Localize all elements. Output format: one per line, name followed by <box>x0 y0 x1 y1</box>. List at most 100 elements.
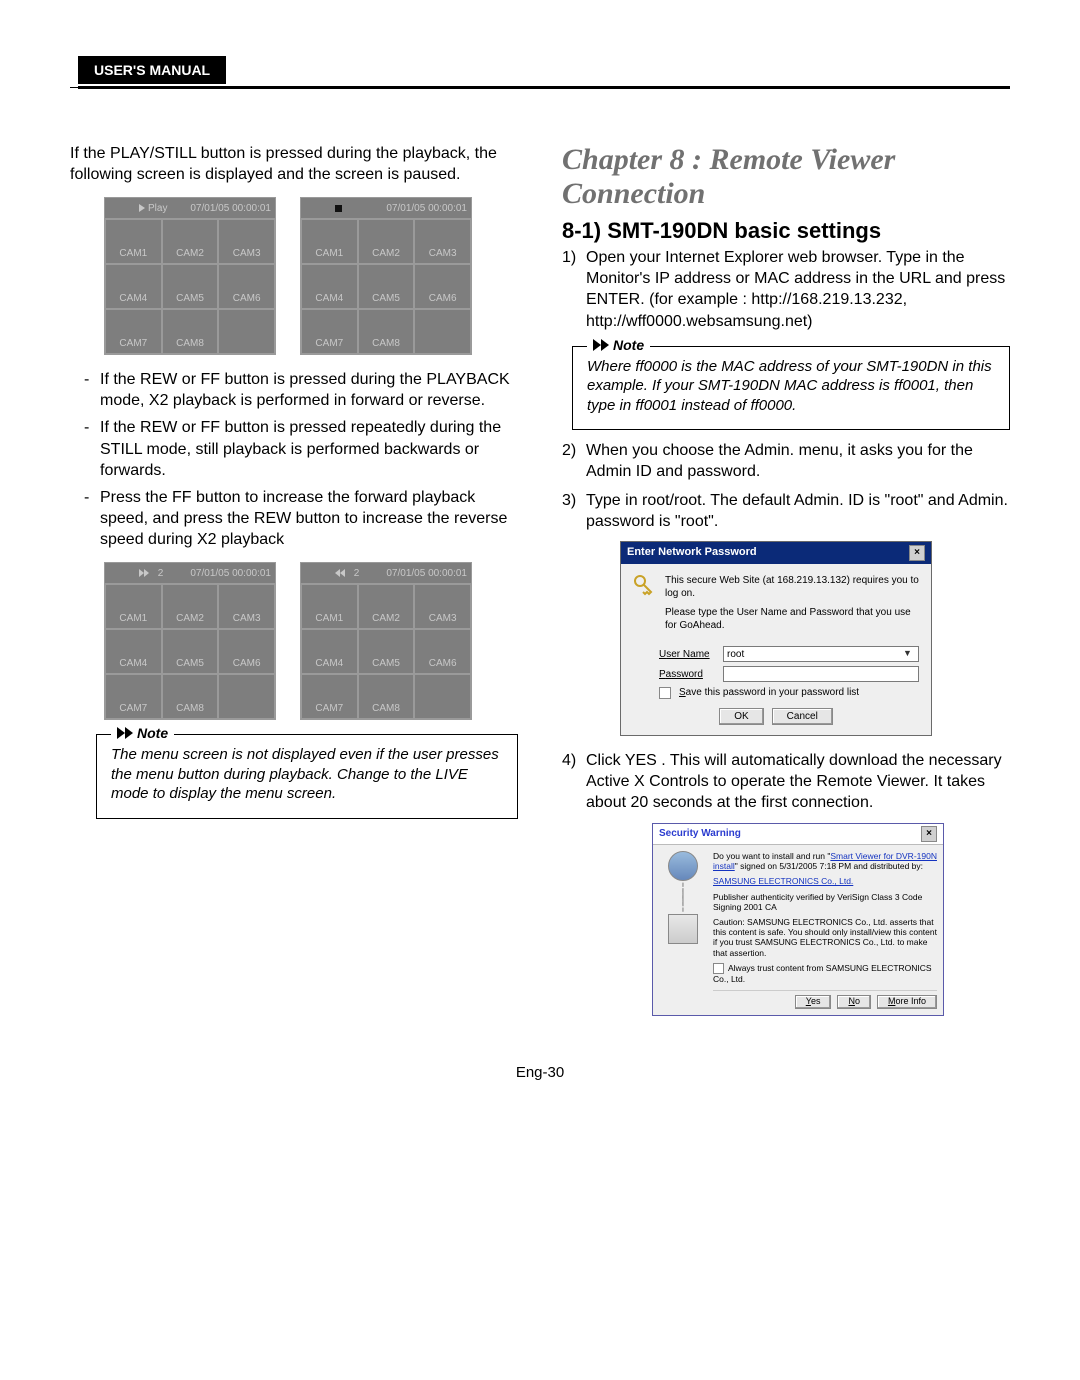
step-1: 1)Open your Internet Explorer web browse… <box>562 247 1010 331</box>
cam-cell-empty: . <box>414 674 471 719</box>
note-label: Note <box>613 336 644 354</box>
cam-cell: CAM8 <box>162 309 219 354</box>
cam-cell: CAM1 <box>301 219 358 264</box>
ff-rew-grids: 2 07/01/05 00:00:01 CAM1 CAM2 CAM3 CAM4 … <box>104 562 518 720</box>
cam-cell: CAM2 <box>162 584 219 629</box>
no-button[interactable]: No <box>837 995 871 1009</box>
cam-cell: CAM8 <box>358 309 415 354</box>
page-number: Eng-30 <box>70 1064 1010 1111</box>
ff-grid: 2 07/01/05 00:00:01 CAM1 CAM2 CAM3 CAM4 … <box>104 562 276 720</box>
username-field[interactable]: root▼ <box>723 646 919 662</box>
timestamp: 07/01/05 00:00:01 <box>386 567 467 580</box>
cam-cell: CAM7 <box>301 674 358 719</box>
cam-cell: CAM8 <box>358 674 415 719</box>
step-3: 3)Type in root/root. The default Admin. … <box>562 490 1010 532</box>
note-legend: Note <box>587 336 650 354</box>
dialog-title: Enter Network Password <box>627 545 757 560</box>
note-box-left: Note The menu screen is not displayed ev… <box>96 734 518 819</box>
cam-cell: CAM7 <box>301 309 358 354</box>
publisher-link[interactable]: SAMSUNG ELECTRONICS Co., Ltd. <box>713 876 937 886</box>
speed-label: 2 <box>354 567 360 580</box>
play-grid: Play 07/01/05 00:00:01 CAM1 CAM2 CAM3 CA… <box>104 197 276 355</box>
step-4: 4)Click YES . This will automatically do… <box>562 750 1010 813</box>
play-label: Play <box>148 202 167 215</box>
cam-cell: CAM6 <box>414 629 471 674</box>
more-info-button[interactable]: More Info <box>877 995 937 1009</box>
security-dialog: Security Warning × ┆┆┆ Do you want to in… <box>652 823 944 1016</box>
disk-icon <box>668 914 698 944</box>
chevron-down-icon[interactable]: ▼ <box>903 648 915 660</box>
note-box-right: Note Where ff0000 is the MAC address of … <box>572 346 1010 431</box>
cam-cell: CAM5 <box>358 629 415 674</box>
still-grid: 07/01/05 00:00:01 CAM1 CAM2 CAM3 CAM4 CA… <box>300 197 472 355</box>
cam-cell: CAM4 <box>301 629 358 674</box>
dialog-line2: Please type the User Name and Password t… <box>665 606 919 632</box>
bullet-item: If the REW or FF button is pressed repea… <box>84 417 518 480</box>
cam-cell: CAM3 <box>218 219 275 264</box>
save-checkbox[interactable] <box>659 687 671 699</box>
section-title: 8-1) SMT-190DN basic settings <box>562 216 1010 245</box>
password-label: Password <box>659 668 715 681</box>
intro-text: If the PLAY/STILL button is pressed duri… <box>70 143 518 185</box>
sec-line3: Publisher authenticity verified by VeriS… <box>713 892 937 912</box>
left-column: If the PLAY/STILL button is pressed duri… <box>70 143 518 1016</box>
play-still-grids: Play 07/01/05 00:00:01 CAM1 CAM2 CAM3 CA… <box>104 197 518 355</box>
close-icon[interactable]: × <box>921 826 937 842</box>
ok-button[interactable]: OK <box>719 708 763 725</box>
cam-cell: CAM1 <box>301 584 358 629</box>
save-label: Save this password in your password list <box>679 686 859 699</box>
trust-checkbox[interactable] <box>713 963 724 974</box>
cam-cell: CAM2 <box>358 584 415 629</box>
cam-cell: CAM3 <box>414 584 471 629</box>
close-icon[interactable]: × <box>909 545 925 561</box>
security-title: Security Warning <box>659 827 741 840</box>
note-icon <box>593 339 609 351</box>
cam-cell: CAM3 <box>414 219 471 264</box>
cam-cell: CAM7 <box>105 674 162 719</box>
cam-cell: CAM4 <box>105 264 162 309</box>
cancel-button[interactable]: Cancel <box>772 708 833 725</box>
cam-cell-empty: . <box>414 309 471 354</box>
stop-icon <box>335 205 342 212</box>
sec-line4: Caution: SAMSUNG ELECTRONICS Co., Ltd. a… <box>713 917 937 958</box>
cam-cell: CAM6 <box>414 264 471 309</box>
cam-cell: CAM4 <box>301 264 358 309</box>
rew-icon <box>335 569 345 577</box>
cam-cell: CAM6 <box>218 264 275 309</box>
right-column: Chapter 8 : Remote Viewer Connection 8-1… <box>562 143 1010 1016</box>
password-field[interactable] <box>723 666 919 682</box>
cam-cell: CAM5 <box>162 629 219 674</box>
bullet-item: Press the FF button to increase the forw… <box>84 487 518 550</box>
cam-cell-empty: . <box>218 309 275 354</box>
sec-line5: Always trust content from SAMSUNG ELECTR… <box>713 963 937 984</box>
timestamp: 07/01/05 00:00:01 <box>190 202 271 215</box>
timestamp: 07/01/05 00:00:01 <box>386 202 467 215</box>
cam-cell: CAM1 <box>105 584 162 629</box>
cam-cell: CAM2 <box>358 219 415 264</box>
play-icon <box>139 204 145 212</box>
cam-cell-empty: . <box>218 674 275 719</box>
globe-icon <box>668 851 698 881</box>
note-icon <box>117 727 133 739</box>
note-legend: Note <box>111 724 174 742</box>
note-text: The menu screen is not displayed even if… <box>111 746 499 802</box>
cam-cell: CAM4 <box>105 629 162 674</box>
password-dialog: Enter Network Password × This secure Web… <box>620 541 932 736</box>
ff-icon <box>139 569 149 577</box>
note-label: Note <box>137 724 168 742</box>
cam-cell: CAM5 <box>162 264 219 309</box>
cam-cell: CAM2 <box>162 219 219 264</box>
arrow-icon: ┆┆┆ <box>679 887 687 908</box>
cam-cell: CAM1 <box>105 219 162 264</box>
chapter-title: Chapter 8 : Remote Viewer Connection <box>562 143 1010 210</box>
dialog-line1: This secure Web Site (at 168.219.13.132)… <box>665 574 919 600</box>
bullet-list: If the REW or FF button is pressed durin… <box>70 369 518 550</box>
username-label: User Name <box>659 648 715 661</box>
key-icon <box>633 574 653 596</box>
cam-cell: CAM7 <box>105 309 162 354</box>
yes-button[interactable]: Yes <box>795 995 832 1009</box>
step-2: 2)When you choose the Admin. menu, it as… <box>562 440 1010 482</box>
note-text: Where ff0000 is the MAC address of your … <box>587 358 992 414</box>
manual-tab: USER'S MANUAL <box>78 56 226 84</box>
cam-cell: CAM6 <box>218 629 275 674</box>
